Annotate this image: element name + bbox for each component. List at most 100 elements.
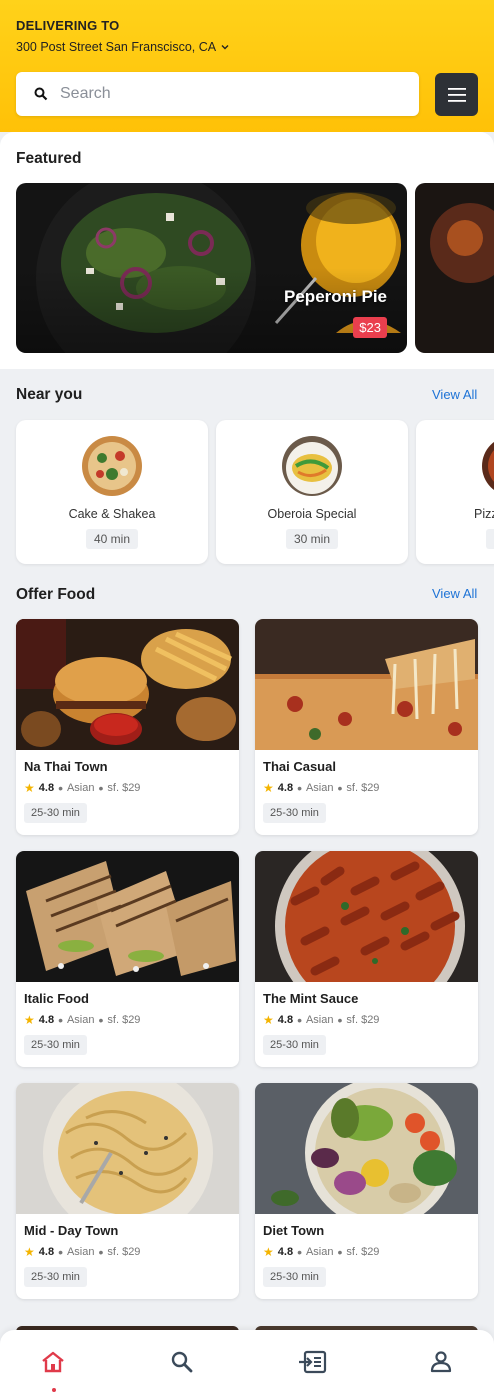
offer-card[interactable]: The Mint Sauce ★ 4.8 • Asian • sf. $29 2… — [255, 851, 478, 1067]
home-icon — [42, 1351, 64, 1373]
search-bar[interactable] — [16, 72, 419, 116]
dot-separator: • — [58, 780, 63, 796]
offer-meta: ★ 4.8 • Asian • sf. $29 — [263, 781, 379, 795]
offer-name: The Mint Sauce — [263, 991, 359, 1006]
near-you-title: Near you — [16, 386, 83, 403]
featured-food-image-next — [415, 183, 494, 353]
dot-separator: • — [98, 780, 104, 796]
search-icon — [34, 87, 48, 101]
offer-food-view-all-link[interactable]: View All — [432, 586, 477, 601]
dot-separator: • — [337, 780, 343, 796]
offer-food-image — [255, 851, 478, 982]
offer-meta: ★ 4.8 • Asian • sf. $29 — [263, 1245, 379, 1259]
offer-meta: ★ 4.8 • Asian • sf. $29 — [263, 1013, 379, 1027]
offer-food-image — [255, 1083, 478, 1214]
offer-cuisine: Asian — [305, 1246, 334, 1258]
star-icon: ★ — [24, 781, 35, 795]
offer-food-title: Offer Food — [16, 586, 96, 603]
search-input[interactable] — [60, 85, 360, 103]
dot-separator: • — [337, 1244, 343, 1260]
offer-time-badge: 25-30 min — [24, 1035, 87, 1055]
dot-separator: • — [337, 1012, 343, 1028]
nav-search[interactable] — [162, 1350, 202, 1390]
near-food-image — [482, 436, 494, 496]
offer-meta: ★ 4.8 • Asian • sf. $29 — [24, 1013, 140, 1027]
offer-rating: 4.8 — [38, 1246, 55, 1258]
offer-cuisine: Asian — [66, 1014, 95, 1026]
offer-card[interactable]: Thai Casual ★ 4.8 • Asian • sf. $29 25-3… — [255, 619, 478, 835]
offer-cuisine: Asian — [305, 782, 334, 794]
featured-section: Featured Peperoni Pie $23 — [0, 132, 494, 369]
offer-food-image — [16, 851, 239, 982]
offer-card[interactable]: Mid - Day Town ★ 4.8 • Asian • sf. $29 2… — [16, 1083, 239, 1299]
featured-card-next[interactable] — [415, 183, 494, 353]
star-icon: ★ — [263, 1013, 274, 1027]
offer-card[interactable]: Diet Town ★ 4.8 • Asian • sf. $29 25-30 … — [255, 1083, 478, 1299]
featured-name: Peperoni Pie — [284, 287, 387, 306]
star-icon: ★ — [24, 1013, 35, 1027]
offer-price: sf. $29 — [107, 1246, 141, 1258]
offer-name: Thai Casual — [263, 759, 336, 774]
active-indicator — [52, 1388, 56, 1392]
nav-orders[interactable] — [292, 1350, 332, 1390]
near-card[interactable]: Cake & Shakea 40 min — [16, 420, 208, 564]
offer-cuisine: Asian — [305, 1014, 334, 1026]
offer-food-image — [255, 619, 478, 750]
dot-separator: • — [58, 1244, 63, 1260]
near-food-image — [82, 436, 142, 496]
offer-time-badge: 25-30 min — [263, 1267, 326, 1287]
featured-title: Featured — [16, 150, 82, 167]
offer-name: Na Thai Town — [24, 759, 108, 774]
star-icon: ★ — [263, 781, 274, 795]
nav-home[interactable] — [33, 1350, 73, 1390]
offer-name: Diet Town — [263, 1223, 325, 1238]
offer-rating: 4.8 — [277, 1246, 294, 1258]
offer-meta: ★ 4.8 • Asian • sf. $29 — [24, 1245, 140, 1259]
dot-separator: • — [297, 780, 302, 796]
offer-time-badge: 25-30 min — [263, 803, 326, 823]
offer-rating: 4.8 — [38, 782, 55, 794]
near-name: Oberoia Special — [267, 507, 357, 521]
header: DELIVERING TO 300 Post Street San Fransc… — [0, 0, 494, 132]
offer-rating: 4.8 — [38, 1014, 55, 1026]
offer-time-badge: 25-30 min — [24, 803, 87, 823]
dot-separator: • — [297, 1012, 302, 1028]
address-text: 300 Post Street San Franscisco, CA — [16, 40, 217, 54]
featured-food-image — [16, 183, 407, 353]
offer-card[interactable]: Italic Food ★ 4.8 • Asian • sf. $29 25-3… — [16, 851, 239, 1067]
orders-icon — [299, 1350, 327, 1374]
hamburger-icon — [447, 87, 466, 102]
offer-card[interactable]: Na Thai Town ★ 4.8 • Asian • sf. $29 25-… — [16, 619, 239, 835]
near-time-badge — [486, 529, 494, 549]
offer-name: Mid - Day Town — [24, 1223, 119, 1238]
search-icon — [171, 1351, 193, 1373]
offer-cuisine: Asian — [66, 782, 95, 794]
offer-price: sf. $29 — [107, 782, 141, 794]
offer-time-badge: 25-30 min — [263, 1035, 326, 1055]
near-card[interactable]: Pizza — [416, 420, 494, 564]
near-card[interactable]: Oberoia Special 30 min — [216, 420, 408, 564]
near-time-badge: 30 min — [285, 529, 339, 549]
near-food-image — [282, 436, 342, 496]
offer-rating: 4.8 — [277, 782, 294, 794]
offer-time-badge: 25-30 min — [24, 1267, 87, 1287]
delivering-label: DELIVERING TO — [16, 18, 120, 33]
offer-price: sf. $29 — [346, 1014, 380, 1026]
near-you-view-all-link[interactable]: View All — [432, 387, 477, 402]
offer-price: sf. $29 — [346, 782, 380, 794]
dot-separator: • — [98, 1244, 104, 1260]
dot-separator: • — [297, 1244, 302, 1260]
bottom-navigation — [0, 1330, 494, 1400]
offer-price: sf. $29 — [346, 1246, 380, 1258]
featured-card[interactable]: Peperoni Pie $23 — [16, 183, 407, 353]
near-time-badge: 40 min — [85, 529, 139, 549]
offer-cuisine: Asian — [66, 1246, 95, 1258]
featured-price-badge: $23 — [353, 317, 387, 338]
menu-button[interactable] — [435, 73, 478, 116]
nav-profile[interactable] — [421, 1350, 461, 1390]
profile-icon — [430, 1351, 452, 1373]
offer-rating: 4.8 — [277, 1014, 294, 1026]
dot-separator: • — [58, 1012, 63, 1028]
address-selector[interactable]: 300 Post Street San Franscisco, CA — [16, 40, 230, 54]
offer-food-image — [16, 1083, 239, 1214]
